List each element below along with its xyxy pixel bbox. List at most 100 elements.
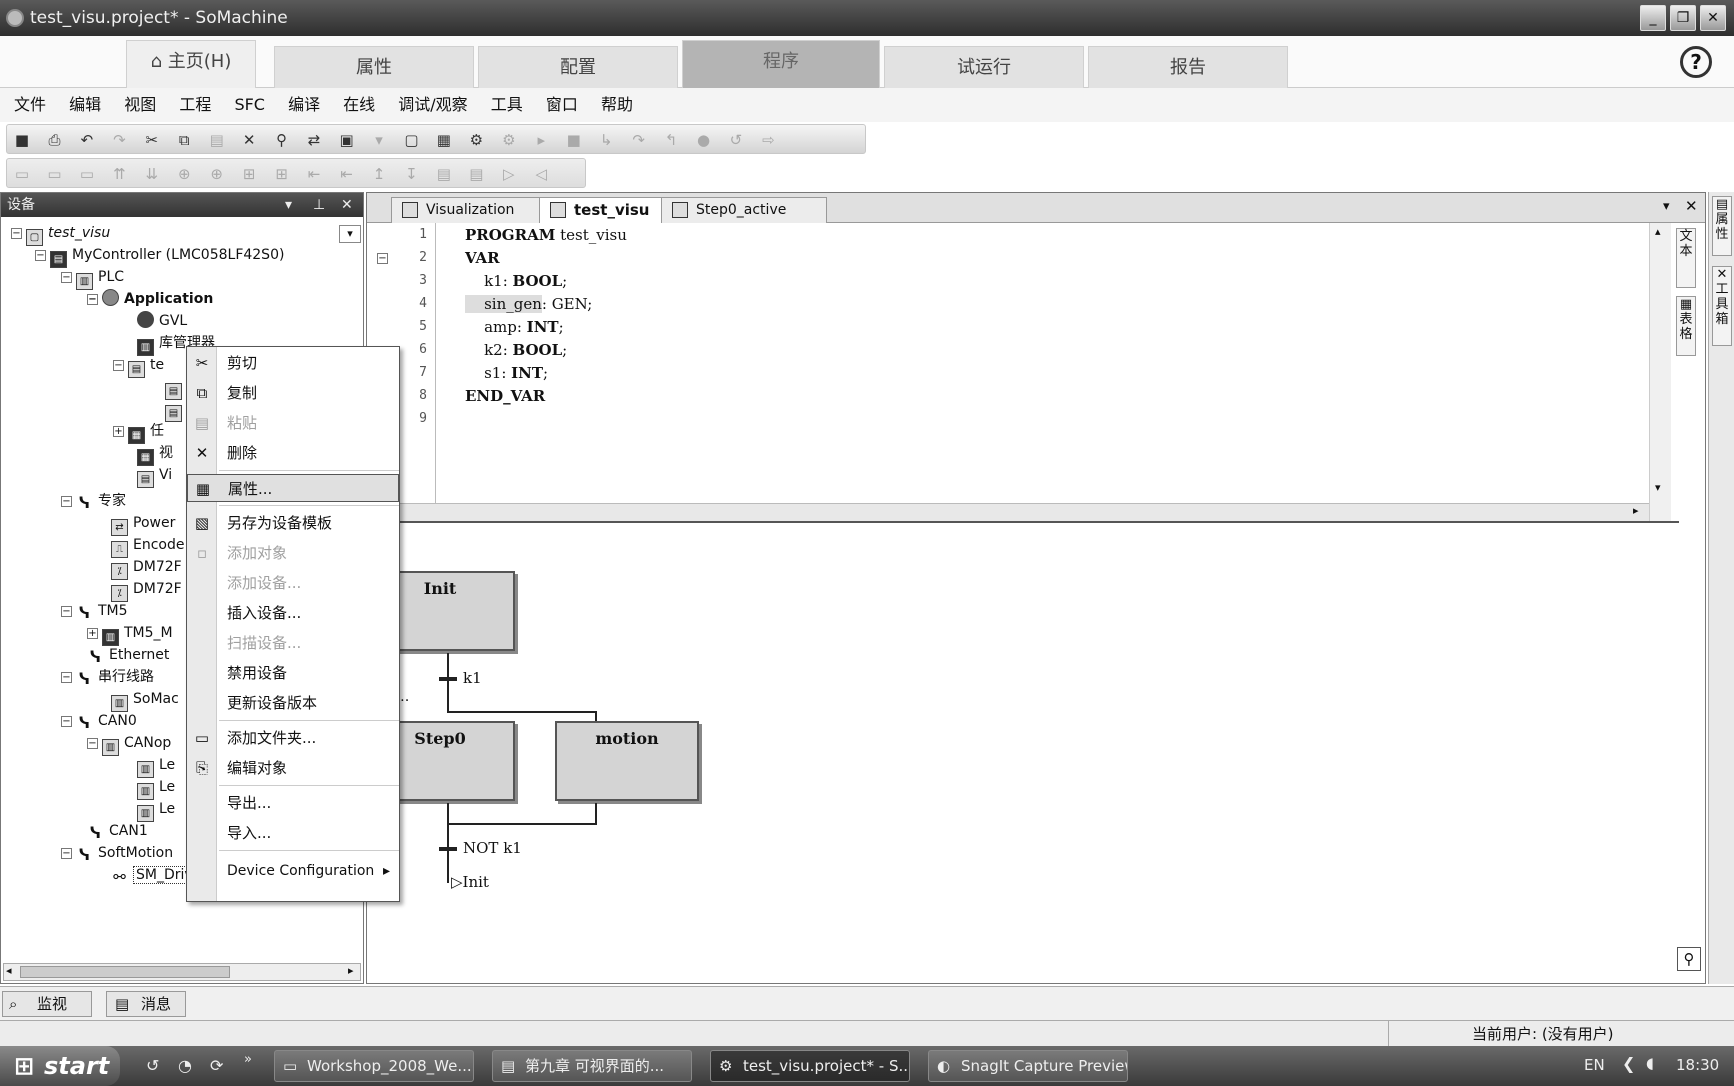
tree-node-gvl[interactable]: GVL xyxy=(137,311,187,331)
sfc-transition-bar[interactable] xyxy=(439,677,457,681)
taskbar-item-snagit[interactable]: ◐ SnagIt Capture Preview xyxy=(928,1050,1128,1082)
scroll-left-icon[interactable]: ◂ xyxy=(6,964,12,977)
tree-node-application[interactable]: − Application xyxy=(87,289,213,309)
menu-file[interactable]: 文件 xyxy=(14,88,46,122)
editor-tab-step0-active[interactable]: Step0_active xyxy=(661,197,827,223)
sfc-macro-icon[interactable]: ⊞ xyxy=(240,165,258,183)
menu-item-add-folder[interactable]: ▭ 添加文件夹... xyxy=(187,724,399,752)
sfc-step-after-icon[interactable]: ▭ xyxy=(45,165,63,183)
delete-icon[interactable]: ✕ xyxy=(240,131,258,149)
menu-window[interactable]: 窗口 xyxy=(546,88,578,122)
close-window-button[interactable]: ✕ xyxy=(1700,5,1726,31)
sfc-editor[interactable]: Init k1 Bran… Step0 motion NOT k1 ▷Init … xyxy=(361,529,1701,979)
tree-node-somachine-network[interactable]: ▥ SoMac xyxy=(111,689,179,712)
help-button[interactable]: ? xyxy=(1680,46,1712,78)
tree-scroll-dropdown[interactable]: ▾ xyxy=(339,225,361,243)
start-button[interactable]: ⊞ start xyxy=(0,1046,120,1086)
tree-node-visu-manager[interactable]: ▦ 视 xyxy=(137,443,173,466)
minimize-button[interactable]: _ xyxy=(1640,5,1666,31)
tab-program[interactable]: 程序 xyxy=(682,40,880,88)
editor-tab-test-visu[interactable]: test_visu xyxy=(539,197,679,223)
menu-item-disable-device[interactable]: 禁用设备 xyxy=(187,659,399,687)
redo-icon[interactable]: ↷ xyxy=(110,131,128,149)
sfc-macro2-icon[interactable]: ⊞ xyxy=(273,165,291,183)
quicklaunch-icon[interactable]: ↺ xyxy=(146,1056,159,1075)
sfc-zoom-in-icon[interactable]: ▷ xyxy=(500,165,518,183)
step-out-icon[interactable]: ↰ xyxy=(662,131,680,149)
menu-view[interactable]: 视图 xyxy=(124,88,156,122)
code-horizontal-scrollbar[interactable]: ▸ xyxy=(367,503,1649,521)
tab-commissioning[interactable]: 试运行 xyxy=(884,46,1084,88)
build-icon[interactable]: ▦ xyxy=(435,131,453,149)
tree-node-child[interactable]: ▤ xyxy=(165,399,187,422)
tab-home[interactable]: ⌂ 主页(H) xyxy=(126,40,256,88)
menu-item-scan-devices[interactable]: 扫描设备... xyxy=(187,629,399,657)
menu-item-delete[interactable]: ✕ 删除 xyxy=(187,439,399,467)
tab-report[interactable]: 报告 xyxy=(1088,46,1288,88)
menu-item-paste[interactable]: ▤ 粘贴 xyxy=(187,409,399,437)
step-icon[interactable]: ↳ xyxy=(597,131,615,149)
tray-expand-icon[interactable]: ❮ xyxy=(1622,1054,1635,1073)
zoom-icon[interactable]: ⚲ xyxy=(1677,947,1701,971)
run-icon[interactable]: ▸ xyxy=(532,131,550,149)
taskbar-item-somachine[interactable]: ⚙ test_visu.project* - S... xyxy=(710,1050,910,1082)
menu-tools[interactable]: 工具 xyxy=(491,88,523,122)
menu-item-device-configuration[interactable]: Device Configuration ▸ xyxy=(187,857,399,885)
pin-icon[interactable]: ⊥ xyxy=(313,193,325,217)
sfc-action2-icon[interactable]: ▤ xyxy=(467,165,485,183)
menu-build[interactable]: 编译 xyxy=(288,88,320,122)
sfc-transition-not-k1[interactable]: NOT k1 xyxy=(463,839,522,857)
panel-dropdown-icon[interactable]: ▾ xyxy=(285,193,292,217)
sfc-alt-branch-icon[interactable]: ⊕ xyxy=(175,165,193,183)
sfc-jump2-icon[interactable]: ⇤ xyxy=(338,165,356,183)
quicklaunch-icon[interactable]: ◔ xyxy=(178,1056,192,1075)
menu-item-save-as-template[interactable]: ▧ 另存为设备模板 xyxy=(187,509,399,537)
menu-debug[interactable]: 调试/观察 xyxy=(398,88,467,122)
sfc-par-branch-icon[interactable]: ⊕ xyxy=(208,165,226,183)
tree-node-test-visu[interactable]: − ▤ te xyxy=(113,355,164,378)
logout-icon[interactable]: ⚙ xyxy=(500,131,518,149)
editor-tab-text-view[interactable]: 文本 xyxy=(1676,228,1696,288)
login-icon[interactable]: ⚙ xyxy=(467,131,485,149)
close-editor-icon[interactable]: ✕ xyxy=(1685,197,1698,215)
menu-item-update-device[interactable]: 更新设备版本 xyxy=(187,689,399,717)
sfc-jump-icon[interactable]: ⇤ xyxy=(305,165,323,183)
menu-item-add-object[interactable]: ▫ 添加对象 xyxy=(187,539,399,567)
breakpoint-icon[interactable]: ● xyxy=(695,131,713,149)
tree-node-power[interactable]: ⇄ Power xyxy=(111,513,175,536)
menu-item-properties[interactable]: ▦ 属性... xyxy=(187,474,399,502)
dropdown-icon[interactable]: ▾ xyxy=(370,131,388,149)
tab-watch-1[interactable]: ⌕监视 1 xyxy=(2,991,92,1037)
cut-icon[interactable]: ✂ xyxy=(143,131,161,149)
tree-node-tm5[interactable]: − ᓭ TM5 xyxy=(61,601,128,623)
tree-node-softmotion[interactable]: − ᓭ SoftMotion xyxy=(61,843,173,865)
forward-icon[interactable]: ⇨ xyxy=(759,131,777,149)
taskbar-item-chapter9[interactable]: ▤ 第九章 可视界面的... xyxy=(492,1050,692,1082)
tree-node-serial-line[interactable]: − ᓭ 串行线路 xyxy=(61,667,154,689)
sfc-jump[interactable]: ▷Init xyxy=(451,873,489,891)
sidebar-tab-properties[interactable]: ▤ 属性 xyxy=(1712,196,1732,256)
tree-node-lexium-3[interactable]: ▥ Le xyxy=(137,799,175,822)
paste-icon[interactable]: ▤ xyxy=(208,131,226,149)
menu-project[interactable]: 工程 xyxy=(179,88,211,122)
tree-node-ethernet[interactable]: ᓭ Ethernet xyxy=(87,645,169,667)
devices-horizontal-scrollbar[interactable]: ◂ ▸ xyxy=(3,963,361,981)
undo-icon[interactable]: ↶ xyxy=(78,131,96,149)
copy-icon[interactable]: ⧉ xyxy=(175,131,193,149)
sfc-exit-icon[interactable]: ↧ xyxy=(402,165,420,183)
new-object-icon[interactable]: ▢ xyxy=(402,131,420,149)
sfc-step-icon[interactable]: ▭ xyxy=(13,165,31,183)
tree-node-child[interactable]: ▤ xyxy=(165,377,187,400)
tree-node-dm72f-1[interactable]: ⁒ DM72F xyxy=(111,557,182,580)
reset-icon[interactable]: ↺ xyxy=(727,131,745,149)
tab-messages[interactable]: ▤ 消息 xyxy=(106,991,186,1017)
tree-node-canopen[interactable]: − ▥ CANop xyxy=(87,733,171,756)
sfc-zoom-out-icon[interactable]: ◁ xyxy=(532,165,550,183)
editor-tab-visualization[interactable]: Visualization xyxy=(391,197,551,223)
replace-icon[interactable]: ⇄ xyxy=(305,131,323,149)
declaration-editor[interactable]: 1 2 3 4 5 6 7 8 9 − PROGRAM test_visu VA… xyxy=(367,223,1679,523)
tree-node-tm5-manager[interactable]: + ▥ TM5_M xyxy=(87,623,173,646)
restore-button[interactable]: ❐ xyxy=(1670,5,1696,31)
taskbar-item-workshop[interactable]: ▭ Workshop_2008_We... xyxy=(274,1050,474,1082)
tree-node-plc[interactable]: − ▥ PLC xyxy=(61,267,124,290)
